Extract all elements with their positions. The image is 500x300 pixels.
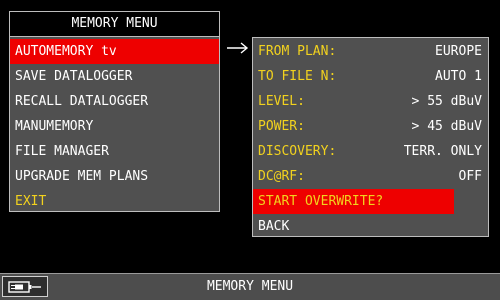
menu-item-upgrade-mem-plans[interactable]: UPGRADE MEM PLANS (10, 164, 219, 189)
setting-value: TERR. ONLY (403, 144, 482, 159)
menu-item-file-manager[interactable]: FILE MANAGER (10, 139, 219, 164)
memory-menu-list: AUTOMEMORY tv SAVE DATALOGGER RECALL DAT… (10, 37, 219, 214)
memory-menu-title: MEMORY MENU (10, 12, 219, 37)
setting-value: AUTO 1 (435, 69, 482, 84)
setting-label: LEVEL: (258, 94, 305, 109)
status-bar-title: MEMORY MENU (206, 279, 294, 294)
setting-value: > 55 dBuV (411, 94, 482, 109)
memory-menu-panel: MEMORY MENU AUTOMEMORY tv SAVE DATALOGGE… (9, 11, 220, 212)
menu-item-recall-datalogger[interactable]: RECALL DATALOGGER (10, 89, 219, 114)
setting-discovery[interactable]: DISCOVERY: TERR. ONLY (253, 139, 488, 164)
menu-item-manumemory[interactable]: MANUMEMORY (10, 114, 219, 139)
setting-power[interactable]: POWER: > 45 dBuV (253, 114, 488, 139)
setting-label: DISCOVERY: (258, 144, 337, 159)
start-overwrite-button[interactable]: START OVERWRITE? (253, 189, 454, 214)
setting-label: DC@RF: (258, 169, 305, 184)
setting-from-plan[interactable]: FROM PLAN: EUROPE (253, 39, 488, 64)
menu-item-save-datalogger[interactable]: SAVE DATALOGGER (10, 64, 219, 89)
power-indicator (2, 276, 48, 297)
setting-label: POWER: (258, 119, 305, 134)
setting-label: TO FILE N: (258, 69, 337, 84)
battery-plug-icon (8, 281, 41, 293)
setting-label: FROM PLAN: (258, 44, 337, 59)
menu-item-automemory[interactable]: AUTOMEMORY tv (10, 39, 219, 64)
setting-value: > 45 dBuV (411, 119, 482, 134)
back-button[interactable]: BACK (253, 214, 488, 239)
right-arrow-icon (227, 42, 249, 54)
status-bar: MEMORY MENU (0, 273, 500, 300)
automemory-settings-panel: FROM PLAN: EUROPE TO FILE N: AUTO 1 LEVE… (252, 37, 489, 237)
setting-dc-rf[interactable]: DC@RF: OFF (253, 164, 488, 189)
setting-value: EUROPE (435, 44, 482, 59)
setting-value: OFF (458, 169, 482, 184)
menu-item-exit[interactable]: EXIT (10, 189, 219, 214)
setting-level[interactable]: LEVEL: > 55 dBuV (253, 89, 488, 114)
setting-to-file[interactable]: TO FILE N: AUTO 1 (253, 64, 488, 89)
